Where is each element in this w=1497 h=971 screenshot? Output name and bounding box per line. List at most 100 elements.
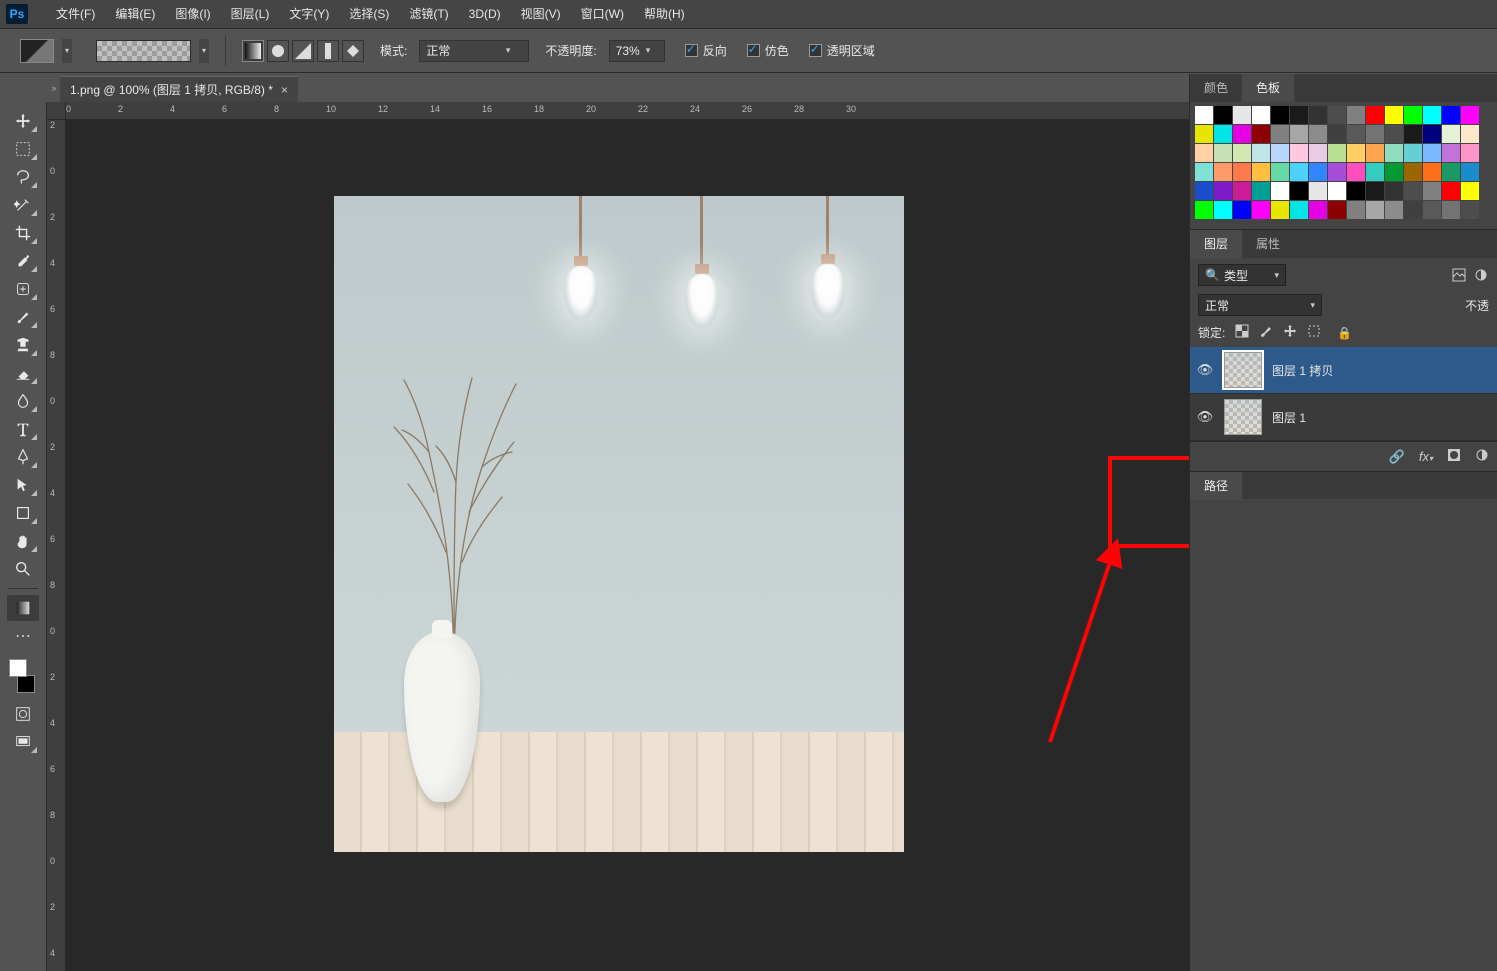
color-swatch[interactable] — [1385, 163, 1403, 181]
menu-select[interactable]: 选择(S) — [339, 0, 399, 29]
color-swatch[interactable] — [1290, 201, 1308, 219]
tab-layers[interactable]: 图层 — [1190, 230, 1242, 258]
lock-transparency-icon[interactable] — [1235, 324, 1249, 341]
color-swatch[interactable] — [1328, 163, 1346, 181]
color-swatch[interactable] — [1366, 144, 1384, 162]
smudge-tool[interactable] — [7, 388, 39, 414]
color-swatch[interactable] — [1271, 144, 1289, 162]
link-layers-icon[interactable]: 🔗 — [1389, 449, 1405, 465]
color-swatch[interactable] — [1404, 163, 1422, 181]
color-swatch[interactable] — [1442, 163, 1460, 181]
pen-tool[interactable] — [7, 444, 39, 470]
color-swatch[interactable] — [1233, 106, 1251, 124]
color-swatch[interactable] — [1309, 182, 1327, 200]
gradient-reflected-icon[interactable] — [317, 40, 339, 62]
color-swatch[interactable] — [1195, 182, 1213, 200]
color-swatch[interactable] — [1423, 201, 1441, 219]
color-swatch[interactable] — [1385, 201, 1403, 219]
adjustment-icon[interactable] — [1475, 448, 1489, 465]
color-swatch[interactable] — [1442, 182, 1460, 200]
color-swatch[interactable] — [1442, 106, 1460, 124]
color-swatch[interactable] — [1309, 125, 1327, 143]
vertical-ruler[interactable]: 2024680246802468024 — [47, 120, 66, 971]
dither-check[interactable]: 仿色 — [747, 42, 789, 59]
color-swatch[interactable] — [1423, 182, 1441, 200]
layer-thumbnail[interactable] — [1224, 352, 1262, 388]
color-swatch[interactable] — [1214, 182, 1232, 200]
blend-mode-select[interactable]: 正常 ▾ — [419, 40, 529, 62]
screen-mode-tool[interactable] — [7, 729, 39, 755]
ruler-origin[interactable] — [47, 102, 66, 120]
menu-3d[interactable]: 3D(D) — [459, 0, 511, 29]
color-swatch[interactable] — [1195, 125, 1213, 143]
color-swatch[interactable] — [1328, 201, 1346, 219]
color-swatch[interactable] — [1442, 125, 1460, 143]
brush-tool[interactable] — [7, 304, 39, 330]
color-swatch[interactable] — [1347, 201, 1365, 219]
layer-row-copy[interactable]: 👁 图层 1 拷贝 — [1190, 347, 1497, 394]
color-swatch[interactable] — [1423, 163, 1441, 181]
color-swatch[interactable] — [1461, 144, 1479, 162]
color-swatch[interactable] — [1290, 163, 1308, 181]
color-swatch[interactable] — [1309, 106, 1327, 124]
gradient-preview[interactable] — [96, 40, 191, 62]
color-swatch[interactable] — [1328, 125, 1346, 143]
color-swatch[interactable] — [1404, 144, 1422, 162]
color-swatch[interactable] — [1271, 201, 1289, 219]
color-swatch[interactable] — [1195, 106, 1213, 124]
foreground-color-swatch[interactable] — [9, 659, 27, 677]
color-swatch[interactable] — [1404, 201, 1422, 219]
color-swatch[interactable] — [1214, 106, 1232, 124]
lock-artboard-icon[interactable] — [1307, 324, 1321, 341]
color-swatch[interactable] — [1404, 125, 1422, 143]
menu-type[interactable]: 文字(Y) — [279, 0, 339, 29]
menu-window[interactable]: 窗口(W) — [571, 0, 634, 29]
gradient-diamond-icon[interactable] — [342, 40, 364, 62]
color-swatch[interactable] — [1252, 201, 1270, 219]
menu-filter[interactable]: 滤镜(T) — [399, 0, 458, 29]
color-swatch[interactable] — [1214, 201, 1232, 219]
color-swatch[interactable] — [1366, 106, 1384, 124]
color-swatch[interactable] — [1290, 106, 1308, 124]
marquee-tool[interactable] — [7, 136, 39, 162]
color-swatch[interactable] — [1347, 125, 1365, 143]
color-swatch[interactable] — [1233, 125, 1251, 143]
lock-all-icon[interactable]: 🔒 — [1337, 326, 1352, 340]
move-tool[interactable] — [7, 108, 39, 134]
gradient-linear-icon[interactable] — [242, 40, 264, 62]
gradient-angle-icon[interactable] — [292, 40, 314, 62]
color-swatch[interactable] — [1366, 201, 1384, 219]
layer-blend-select[interactable]: 正常 ▾ — [1198, 294, 1322, 316]
color-swatch[interactable] — [1271, 125, 1289, 143]
menu-edit[interactable]: 编辑(E) — [105, 0, 165, 29]
color-swatch[interactable] — [1233, 163, 1251, 181]
color-swatch[interactable] — [1423, 144, 1441, 162]
color-swatch[interactable] — [1461, 125, 1479, 143]
lock-position-icon[interactable] — [1283, 324, 1297, 341]
color-swatch[interactable] — [1366, 163, 1384, 181]
color-swatch[interactable] — [1442, 201, 1460, 219]
color-swatch[interactable] — [1309, 201, 1327, 219]
color-swatch[interactable] — [1233, 144, 1251, 162]
crop-tool[interactable] — [7, 220, 39, 246]
color-swatch[interactable] — [1385, 144, 1403, 162]
color-swatch[interactable] — [1309, 163, 1327, 181]
color-swatch[interactable] — [1328, 144, 1346, 162]
layer-thumbnail[interactable] — [1224, 399, 1262, 435]
transparency-check[interactable]: 透明区域 — [809, 42, 875, 59]
fx-icon[interactable]: fx▾ — [1419, 449, 1433, 464]
color-swatch[interactable] — [1366, 125, 1384, 143]
canvas-area[interactable] — [66, 120, 1189, 971]
visibility-eye-icon[interactable]: 👁 — [1196, 409, 1214, 425]
color-swatch[interactable] — [1461, 163, 1479, 181]
color-swatch[interactable] — [1252, 182, 1270, 200]
color-swatch[interactable] — [1366, 182, 1384, 200]
layer-row-base[interactable]: 👁 图层 1 — [1190, 394, 1497, 441]
foreground-background-swatch[interactable] — [7, 659, 39, 693]
clone-stamp-tool[interactable] — [7, 332, 39, 358]
tab-paths[interactable]: 路径 — [1190, 472, 1242, 500]
color-swatch[interactable] — [1347, 106, 1365, 124]
color-swatch[interactable] — [1461, 201, 1479, 219]
gradient-radial-icon[interactable] — [267, 40, 289, 62]
magic-wand-tool[interactable] — [7, 192, 39, 218]
